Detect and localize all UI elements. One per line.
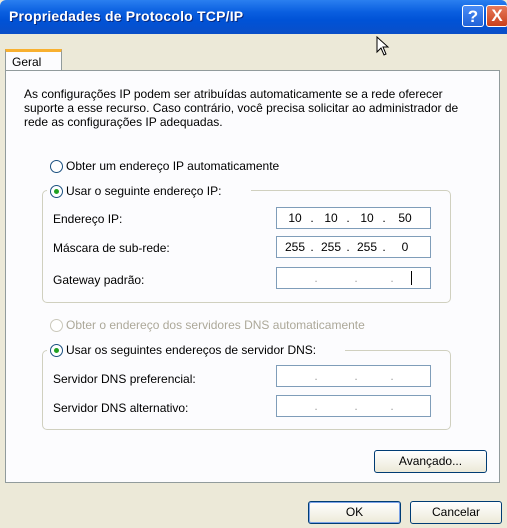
ip-octet: 10 [324,211,338,225]
dns-auto-label[interactable]: Obter o endereço dos servidores DNS auto… [66,318,365,332]
dns-auto-radio[interactable] [50,319,63,332]
radio-selected-dot [54,348,59,353]
alternate-dns-label: Servidor DNS alternativo: [53,401,189,415]
general-tab-panel: As configurações IP podem ser atribuídas… [5,70,500,483]
subnet-mask-label: Máscara de sub-rede: [53,241,170,255]
subnet-mask-input[interactable]: 255 . 255 . 255 . 0 [276,236,431,258]
ip-address-label: Endereço IP: [53,212,123,226]
gateway-label: Gateway padrão: [53,273,145,287]
ip-address-input[interactable]: 10 . 10 . 10 . 50 [276,207,431,229]
ip-auto-label[interactable]: Obter um endereço IP automaticamente [66,159,279,173]
octet-separator: . [310,240,314,254]
ip-auto-radio[interactable] [50,160,63,173]
window-title: Propriedades de Protocolo TCP/IP [9,8,244,24]
ok-button[interactable]: OK [308,501,401,524]
help-button[interactable]: ? [462,5,484,27]
octet-separator: . [354,271,358,285]
text-caret [411,271,412,285]
dns-manual-label[interactable]: Usar os seguintes endereços de servidor … [66,343,316,357]
octet-separator: . [390,399,394,413]
preferred-dns-label: Servidor DNS preferencial: [53,372,196,386]
advanced-button[interactable]: Avançado... [374,450,487,473]
octet-separator: . [354,369,358,383]
octet-separator: . [390,271,394,285]
subnet-octet: 255 [284,240,306,254]
tab-geral-label: Geral [12,55,42,69]
title-bar[interactable]: Propriedades de Protocolo TCP/IP ? X [0,0,507,34]
cancel-button[interactable]: Cancelar [410,501,502,524]
close-button[interactable]: X [486,5,507,27]
mouse-cursor-icon [376,36,390,56]
octet-separator: . [314,399,318,413]
gateway-input[interactable]: . . . [276,267,431,289]
tab-geral[interactable]: Geral [5,49,62,71]
subnet-octet: 255 [320,240,342,254]
octet-separator: . [310,211,314,225]
octet-separator: . [382,240,386,254]
ip-octet: 10 [288,211,302,225]
preferred-dns-input[interactable]: . . . [276,365,431,387]
radio-selected-dot [54,189,59,194]
tcpip-properties-dialog: Propriedades de Protocolo TCP/IP ? X Ger… [0,0,507,528]
dns-manual-radio[interactable] [50,344,63,357]
subnet-octet: 255 [356,240,378,254]
ip-octet: 50 [398,211,412,225]
alternate-dns-input[interactable]: . . . [276,395,431,417]
octet-separator: . [354,399,358,413]
octet-separator: . [314,369,318,383]
octet-separator: . [314,271,318,285]
octet-separator: . [346,211,350,225]
dns-settings-group [42,350,451,430]
octet-separator: . [382,211,386,225]
ip-manual-radio[interactable] [50,185,63,198]
description-text: As configurações IP podem ser atribuídas… [24,87,459,129]
ip-manual-label[interactable]: Usar o seguinte endereço IP: [66,184,221,198]
octet-separator: . [390,369,394,383]
ip-octet: 10 [360,211,374,225]
subnet-octet: 0 [401,240,409,254]
octet-separator: . [346,240,350,254]
